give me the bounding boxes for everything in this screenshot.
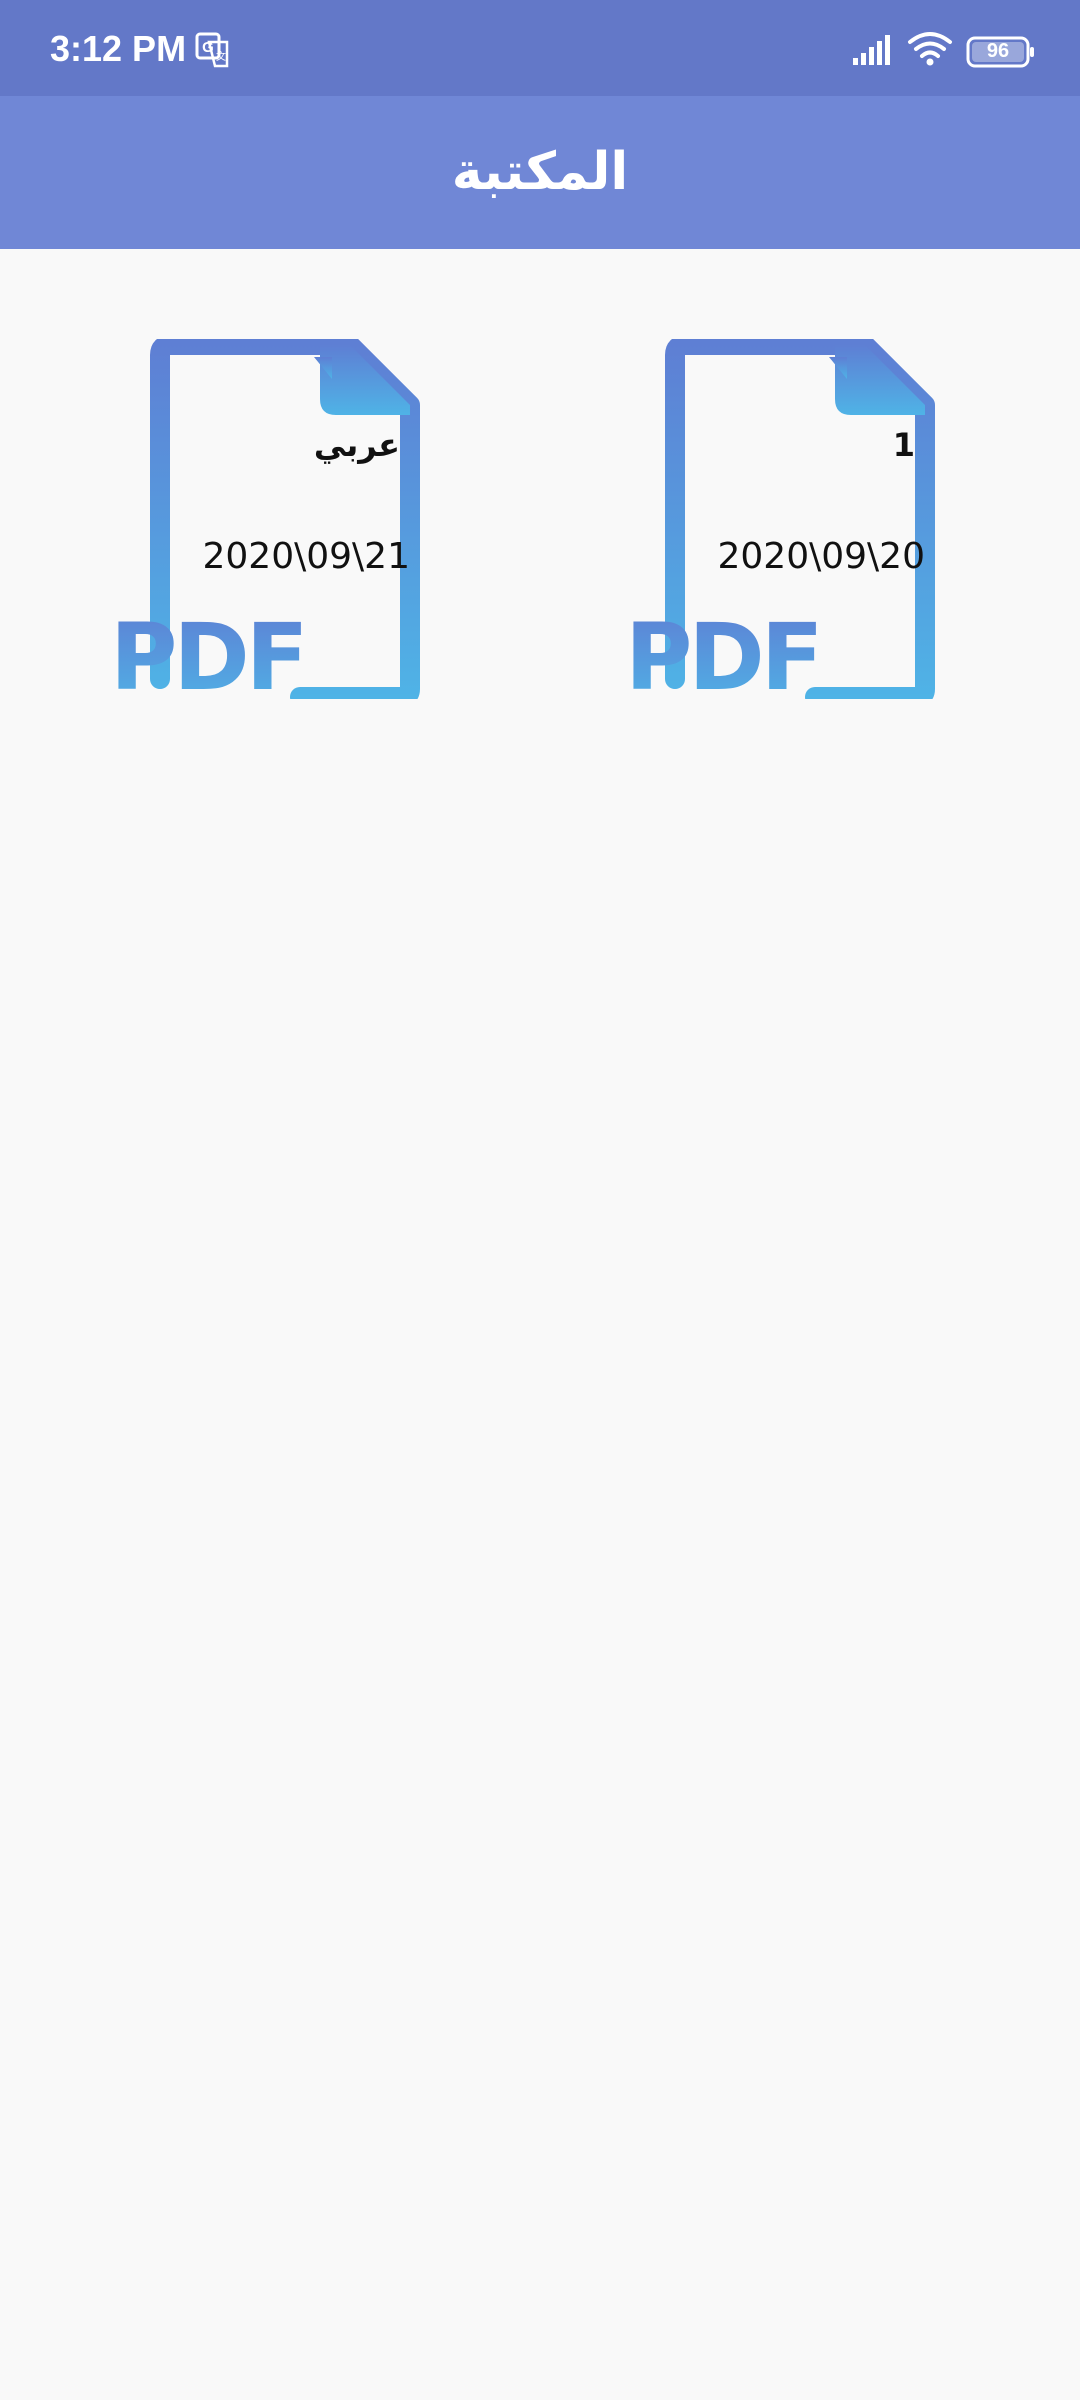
- signal-icon: [853, 35, 890, 65]
- status-time: 3:12 PM: [50, 28, 187, 69]
- pdf-file-date: 2020\09\21: [202, 536, 411, 577]
- pdf-file-item[interactable]: PDF عربي 2020\09\21: [110, 339, 450, 699]
- pdf-file-item[interactable]: PDF 1 2020\09\20: [625, 339, 965, 699]
- pdf-file-name: 1: [892, 426, 915, 464]
- svg-text:文: 文: [216, 50, 226, 63]
- translate-icon: G 文: [195, 32, 229, 68]
- app-bar: المكتبة: [0, 96, 1080, 249]
- status-bar: 3:12 PM G 文 96: [0, 0, 1080, 96]
- pdf-file-icon: PDF: [625, 339, 935, 699]
- library-grid: PDF 1 2020\09\20 PDF عربي 2020\09\21: [0, 249, 1080, 849]
- pdf-badge: PDF: [110, 604, 305, 699]
- pdf-file-date: 2020\09\20: [717, 536, 926, 577]
- wifi-icon: [908, 32, 952, 66]
- battery-level: 96: [986, 40, 1010, 62]
- page-title: المكتبة: [451, 142, 629, 202]
- pdf-badge: PDF: [625, 604, 820, 699]
- pdf-file-name: عربي: [313, 426, 400, 464]
- pdf-file-icon: PDF: [110, 339, 420, 699]
